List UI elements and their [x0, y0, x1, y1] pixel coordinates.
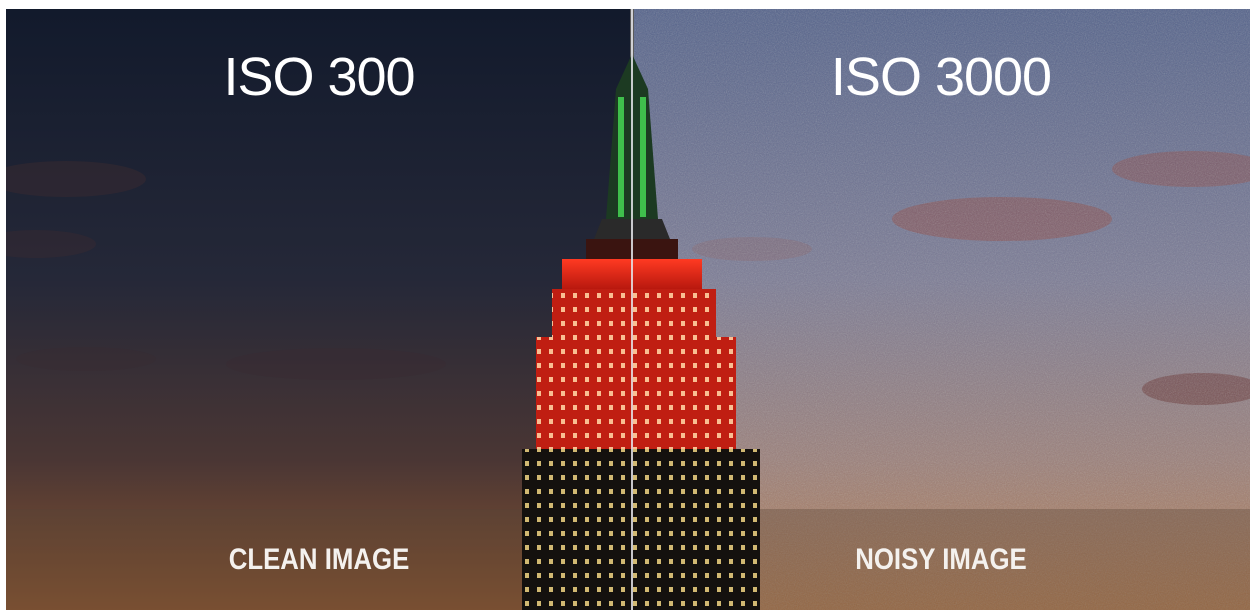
comparison-divider-line — [631, 9, 633, 610]
empire-state-building — [522, 9, 760, 610]
iso-comparison-image: ISO 300 CLEAN IMAGE ISO 3000 NOISY IMAGE — [6, 9, 1250, 610]
